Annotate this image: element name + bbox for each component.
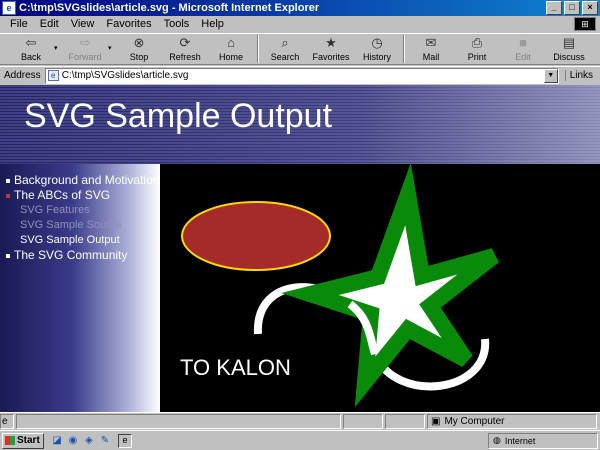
page-icon: e (47, 70, 59, 81)
mail-icon: ✉ (425, 35, 437, 50)
nav-item-community[interactable]: The SVG Community (6, 248, 127, 262)
stop-icon: ⊗ (133, 35, 145, 50)
nav-item-svg-features[interactable]: SVG Features (20, 204, 90, 216)
minimize-button[interactable]: _ (546, 1, 562, 15)
svg-slide: TO KALON (160, 162, 600, 412)
menu-edit[interactable]: Edit (34, 18, 65, 30)
status-page-icon: e (0, 414, 14, 429)
menu-help[interactable]: Help (195, 18, 230, 30)
edit-button[interactable]: ■ Edit (500, 34, 546, 64)
forward-dropdown-icon[interactable]: ▾ (108, 44, 116, 52)
address-dropdown-icon[interactable]: ▼ (543, 68, 558, 83)
refresh-icon: ⟳ (179, 35, 191, 50)
globe-icon: ◍ (493, 435, 501, 445)
nav-bullet (6, 193, 10, 198)
status-segment (343, 414, 383, 429)
taskbar-window-button[interactable]: e (118, 433, 132, 448)
nav-item-background[interactable]: Background and Motivation (6, 173, 159, 187)
maximize-button[interactable]: □ (564, 1, 580, 15)
discuss-icon: ▤ (562, 35, 576, 50)
nav-bullet (6, 253, 10, 258)
menu-favorites[interactable]: Favorites (100, 18, 157, 30)
forward-button[interactable]: ⇨ Forward (62, 34, 108, 64)
menu-file[interactable]: File (4, 18, 34, 30)
status-bar: e ▣ My Computer (0, 412, 600, 430)
menu-bar: File Edit View Favorites Tools Help (0, 16, 600, 32)
svg-drawing: TO KALON (180, 162, 499, 408)
page-viewport: SVG Sample Output Background and Motivat… (0, 85, 600, 412)
history-button[interactable]: ◷ History (354, 34, 400, 64)
menu-tools[interactable]: Tools (158, 18, 196, 30)
status-zone: ▣ My Computer (427, 414, 597, 429)
slide-banner: SVG Sample Output (0, 85, 600, 164)
ie-app-icon[interactable]: e (2, 1, 16, 15)
home-icon: ⌂ (227, 35, 235, 50)
start-button[interactable]: Start (2, 432, 44, 449)
nav-item-abcs[interactable]: The ABCs of SVG (6, 188, 110, 202)
toolbar-separator (403, 35, 405, 63)
edit-icon: ■ (519, 35, 527, 50)
address-value[interactable]: C:\tmp\SVGslides\article.svg (62, 70, 189, 81)
window-title: C:\tmp\SVGslides\article.svg - Microsoft… (19, 2, 320, 14)
quick-launch-icon[interactable]: ✎ (98, 434, 112, 448)
favorites-folder-icon: ★ (325, 35, 337, 50)
stop-button[interactable]: ⊗ Stop (116, 34, 162, 64)
menu-view[interactable]: View (65, 18, 101, 30)
quick-launch-icon[interactable]: ◈ (82, 434, 96, 448)
back-dropdown-icon[interactable]: ▾ (54, 44, 62, 52)
address-bar: Address e C:\tmp\SVGslides\article.svg ▼… (0, 66, 600, 84)
computer-icon: ▣ (431, 416, 441, 427)
back-button[interactable]: ⇦ Back (8, 34, 54, 64)
discuss-button[interactable]: ▤ Discuss (546, 34, 592, 64)
links-button[interactable]: Links (564, 70, 593, 81)
status-text (16, 414, 341, 429)
toolbar-separator (257, 35, 259, 63)
red-ellipse (181, 201, 331, 271)
windows-flag-icon (5, 436, 15, 445)
slide-text: TO KALON (180, 355, 291, 380)
quick-launch-icon[interactable]: ◪ (50, 434, 64, 448)
printer-icon: ⎙ (471, 35, 483, 50)
quick-launch: ◪ ◉ ◈ ✎ (50, 434, 112, 448)
mail-button[interactable]: ✉ Mail (408, 34, 454, 64)
favorites-button[interactable]: ★ Favorites (308, 34, 354, 64)
nav-item-svg-sample-output[interactable]: SVG Sample Output (20, 234, 120, 246)
nav-item-svg-sample-source[interactable]: SVG Sample Source (20, 219, 122, 231)
forward-arrow-icon: ⇨ (79, 35, 91, 50)
home-button[interactable]: ⌂ Home (208, 34, 254, 64)
refresh-button[interactable]: ⟳ Refresh (162, 34, 208, 64)
quick-launch-icon[interactable]: ◉ (66, 434, 80, 448)
nav-bullet (6, 178, 10, 183)
search-button[interactable]: ⌕ Search (262, 34, 308, 64)
history-icon: ◷ (371, 35, 383, 50)
star-shape (281, 162, 499, 408)
address-input[interactable]: e C:\tmp\SVGslides\article.svg ▼ (44, 67, 559, 84)
windows-logo-icon: ⊞ (574, 17, 596, 31)
title-bar: e C:\tmp\SVGslides\article.svg - Microso… (0, 0, 600, 16)
status-segment (385, 414, 425, 429)
taskbar: Start ◪ ◉ ◈ ✎ e ◍ Internet (0, 430, 600, 450)
close-button[interactable]: × (582, 1, 598, 15)
system-tray: ◍ Internet (488, 432, 598, 449)
standard-toolbar: ⇦ Back ▾ ⇨ Forward ▾ ⊗ Stop ⟳ Refresh ⌂ … (0, 33, 600, 65)
back-arrow-icon: ⇦ (25, 35, 37, 50)
page-title: SVG Sample Output (24, 97, 333, 135)
address-label: Address (4, 70, 41, 81)
print-button[interactable]: ⎙ Print (454, 34, 500, 64)
search-icon: ⌕ (281, 35, 289, 50)
